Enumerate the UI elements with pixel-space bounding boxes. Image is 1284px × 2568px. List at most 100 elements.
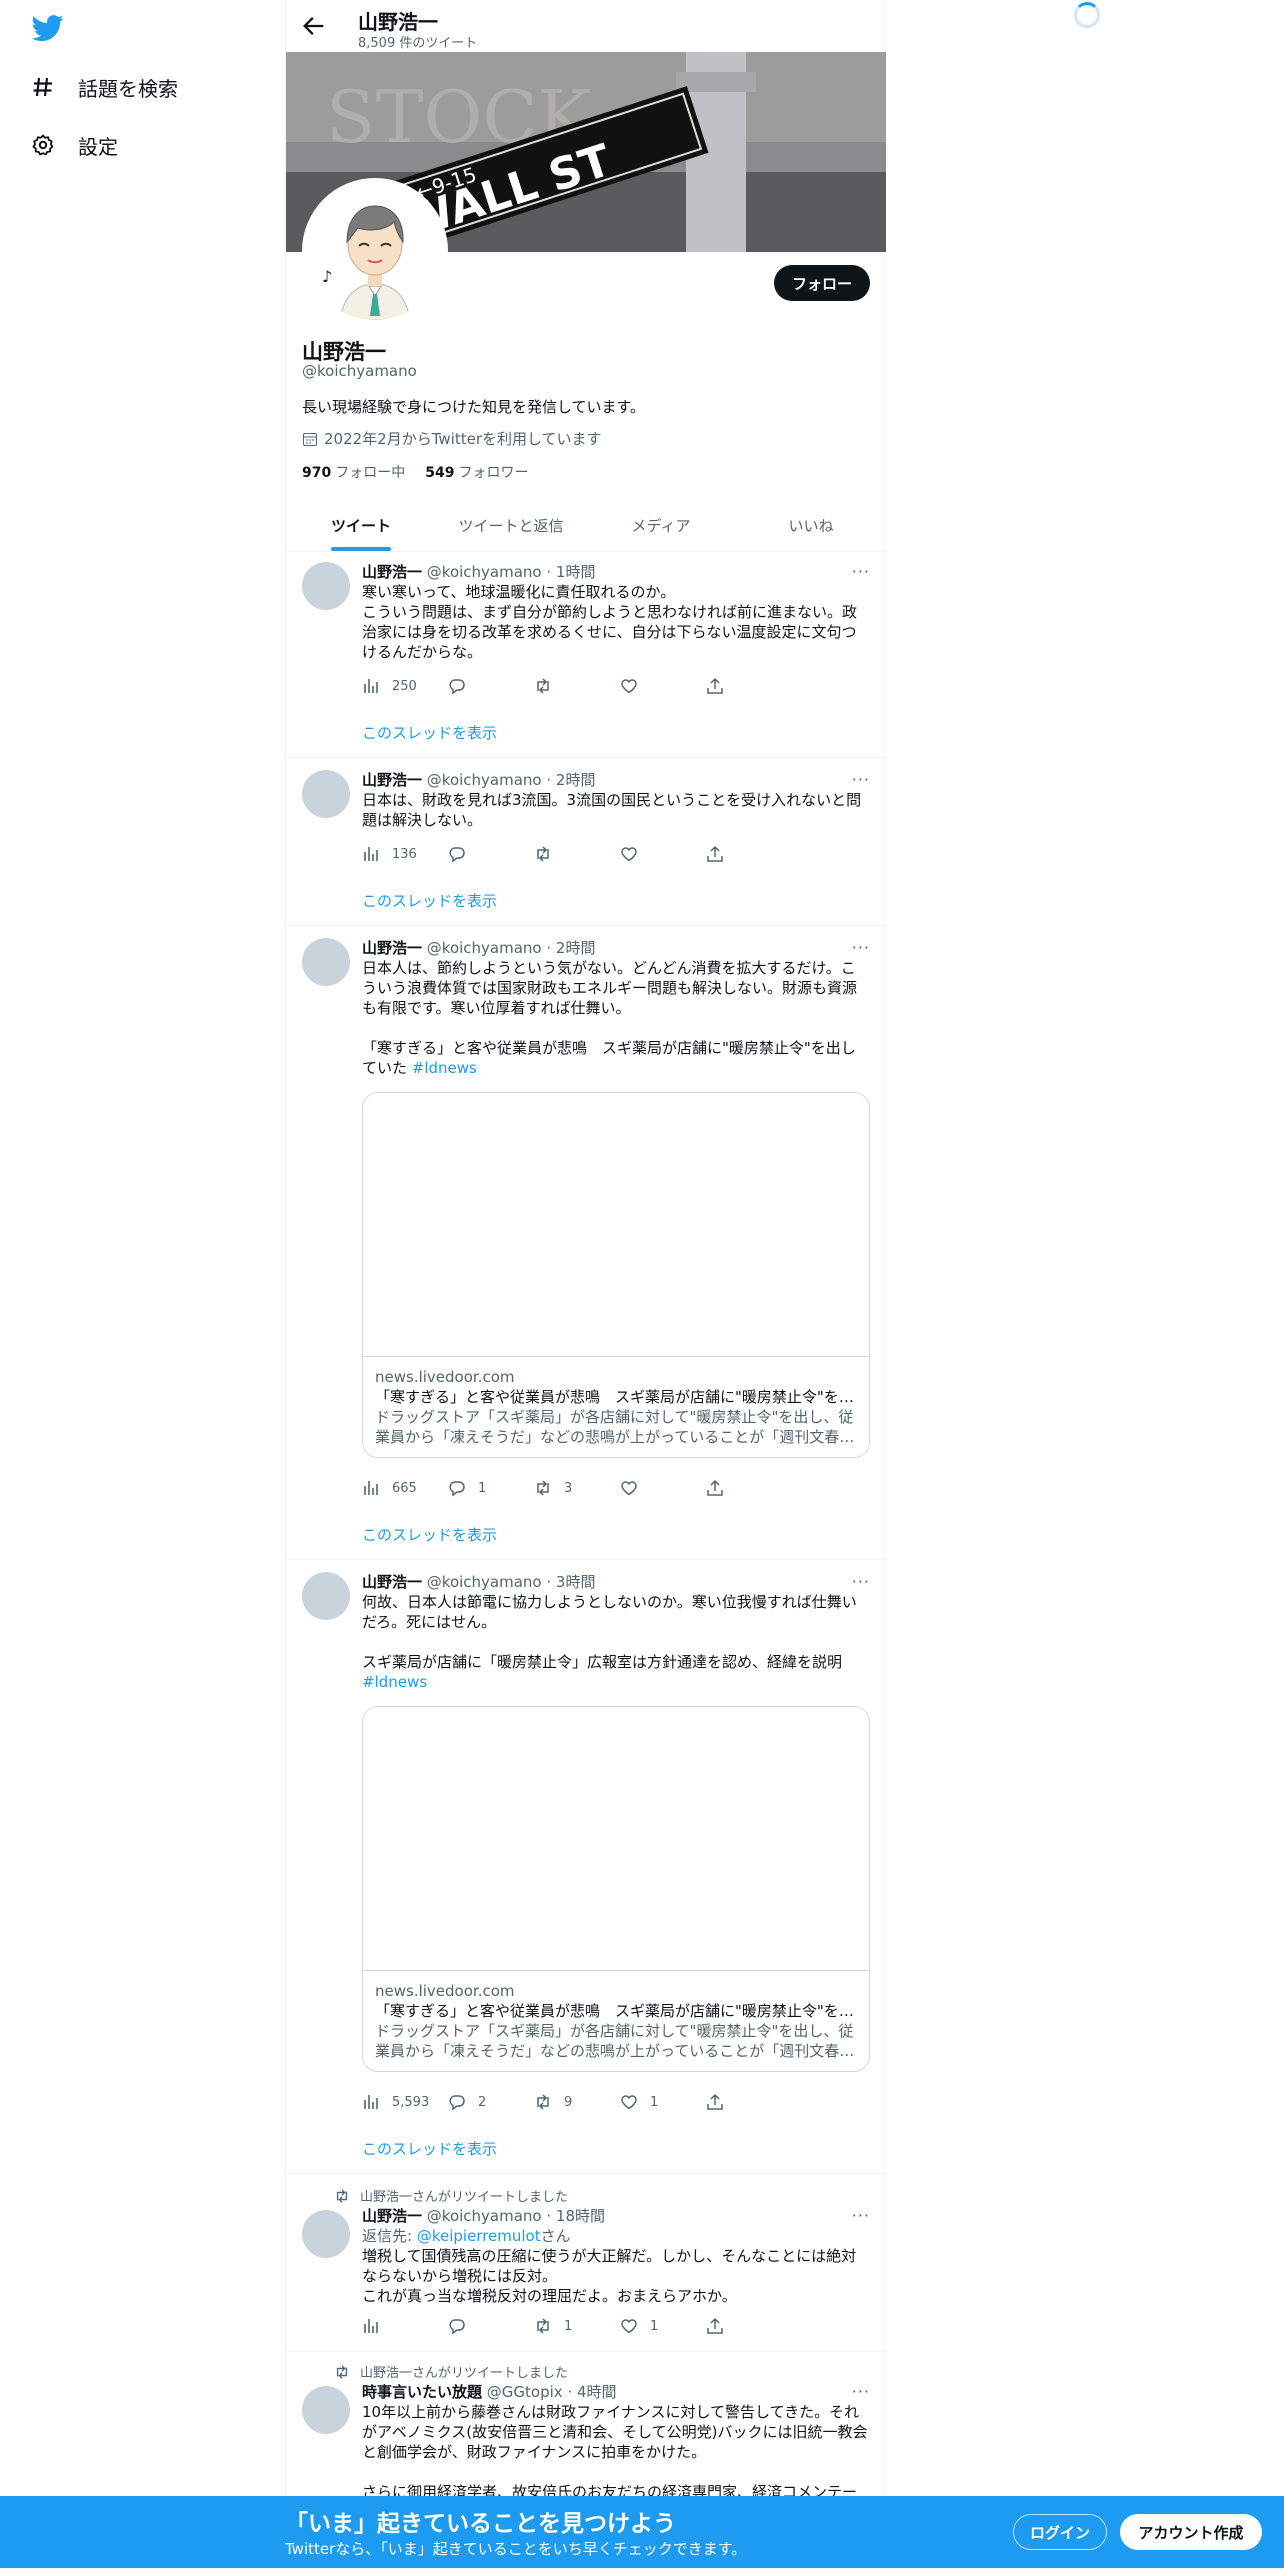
hashtag-link[interactable]: #ldnews	[412, 1059, 477, 1077]
show-thread-link[interactable]: このスレッドを表示	[362, 2138, 497, 2159]
like-button[interactable]: 1	[620, 2092, 706, 2112]
tweet-author-handle[interactable]: @koichyamano	[427, 563, 542, 581]
tweet-time[interactable]: 1時間	[556, 563, 596, 581]
reply-button[interactable]	[448, 2316, 534, 2336]
like-button[interactable]	[620, 676, 706, 696]
reply-button[interactable]	[448, 844, 534, 864]
retweet-button[interactable]: 9	[534, 2092, 620, 2112]
tweet-time[interactable]: 4時間	[577, 2383, 617, 2401]
tweet-author-name[interactable]: 山野浩一	[362, 1573, 422, 1591]
twitter-logo-icon[interactable]	[30, 12, 66, 44]
reply-to-link[interactable]: @keipierremulot	[417, 2227, 541, 2245]
tweet-author-name[interactable]: 時事言いたい放題	[362, 2383, 482, 2401]
following-link[interactable]: 970 フォロー中	[302, 462, 405, 482]
hashtag-link[interactable]: #ldnews	[362, 1673, 427, 1691]
sidebar-item-settings[interactable]: 設定	[30, 125, 118, 165]
like-button[interactable]	[620, 844, 706, 864]
more-options-icon[interactable]: ···	[852, 562, 870, 581]
tweet-avatar[interactable]	[302, 770, 350, 818]
tab-tweets-and-replies[interactable]: ツイートと返信	[436, 500, 586, 551]
tweet-avatar[interactable]	[302, 2210, 350, 2258]
retweet-button[interactable]	[534, 676, 620, 696]
tweet-time[interactable]: 3時間	[556, 1573, 596, 1591]
tweet-avatar[interactable]	[302, 2386, 350, 2434]
more-options-icon[interactable]: ···	[852, 770, 870, 789]
tab-tweets[interactable]: ツイート	[286, 500, 436, 551]
tweet-author-name[interactable]: 山野浩一	[362, 771, 422, 789]
sidebar-item-explore[interactable]: 話題を検索	[30, 67, 178, 107]
views-button[interactable]	[362, 2316, 448, 2336]
retweet-icon	[336, 2188, 348, 2203]
share-button[interactable]	[706, 1478, 792, 1498]
views-button[interactable]: 665	[362, 1478, 448, 1498]
link-card[interactable]: news.livedoor.com 「寒すぎる」と客や従業員が悲鳴 スギ薬局が店…	[362, 1706, 870, 2072]
followers-link[interactable]: 549 フォロワー	[425, 462, 528, 482]
tweet[interactable]: 山野浩一さんがリツイートしました 山野浩一 @koichyamano · 18時…	[286, 2174, 886, 2352]
tweet[interactable]: 山野浩一 @koichyamano · 2時間 ··· 日本人は、節約しようとい…	[286, 926, 886, 1560]
tweet-actions: 250	[362, 676, 792, 696]
tweet[interactable]: 山野浩一 @koichyamano · 1時間 ··· 寒い寒いって、地球温暖化…	[286, 552, 886, 758]
tweet-author-handle[interactable]: @GGtopix	[487, 2383, 563, 2401]
follow-button[interactable]: フォロー	[774, 265, 870, 301]
retweet-button[interactable]	[534, 844, 620, 864]
main-column: 山野浩一 8,509 件のツイート STOCK ←9-15 WALL ST ♪ …	[285, 0, 886, 2568]
signup-button[interactable]: アカウント作成	[1120, 2514, 1262, 2550]
profile-header: 山野浩一 8,509 件のツイート	[286, 0, 886, 52]
views-button[interactable]: 5,593	[362, 2092, 448, 2112]
tab-likes[interactable]: いいね	[736, 500, 886, 551]
more-options-icon[interactable]: ···	[852, 2382, 870, 2401]
like-button[interactable]: 1	[620, 2316, 706, 2336]
card-title: 「寒すぎる」と客や従業員が悲鳴 スギ薬局が店舗に"暖房禁止令"を出していた	[375, 2002, 857, 2020]
tweet-avatar[interactable]	[302, 938, 350, 986]
share-button[interactable]	[706, 2316, 792, 2336]
tweet-time[interactable]: 2時間	[556, 939, 596, 957]
more-options-icon[interactable]: ···	[852, 2206, 870, 2225]
card-domain: news.livedoor.com	[375, 1368, 515, 1386]
show-thread-link[interactable]: このスレッドを表示	[362, 890, 497, 911]
share-button[interactable]	[706, 676, 792, 696]
profile-tabs: ツイート ツイートと返信 メディア いいね	[286, 500, 886, 552]
tab-media[interactable]: メディア	[586, 500, 736, 551]
tweet-author-name[interactable]: 山野浩一	[362, 2207, 422, 2225]
tweet[interactable]: 山野浩一 @koichyamano · 3時間 ··· 何故、日本人は節電に協力…	[286, 1560, 886, 2174]
tweet-time[interactable]: 2時間	[556, 771, 596, 789]
tweet-avatar[interactable]	[302, 562, 350, 610]
tweet-author-handle[interactable]: @koichyamano	[427, 1573, 542, 1591]
share-button[interactable]	[706, 2092, 792, 2112]
tweet-actions: 136	[362, 844, 792, 864]
views-button[interactable]: 136	[362, 844, 448, 864]
link-card[interactable]: news.livedoor.com 「寒すぎる」と客や従業員が悲鳴 スギ薬局が店…	[362, 1092, 870, 1458]
reply-button[interactable]: 1	[448, 1478, 534, 1498]
login-button[interactable]: ログイン	[1013, 2514, 1107, 2550]
tweet-time[interactable]: 18時間	[556, 2207, 605, 2225]
views-icon	[364, 847, 378, 861]
tweet[interactable]: 山野浩一 @koichyamano · 2時間 ··· 日本は、財政を見れば3流…	[286, 758, 886, 926]
views-button[interactable]: 250	[362, 676, 448, 696]
tweet-author-name[interactable]: 山野浩一	[362, 563, 422, 581]
tweet-author-handle[interactable]: @koichyamano	[427, 771, 542, 789]
more-options-icon[interactable]: ···	[852, 938, 870, 957]
reply-to: 返信先: @keipierremulotさん	[362, 2227, 571, 2245]
share-icon	[707, 2317, 723, 2334]
tweet-author-name[interactable]: 山野浩一	[362, 939, 422, 957]
retweet-button[interactable]: 1	[534, 2316, 620, 2336]
profile-counts: 970 フォロー中 549 フォロワー	[302, 462, 528, 482]
heart-icon	[621, 1481, 637, 1496]
more-options-icon[interactable]: ···	[852, 1572, 870, 1591]
retweet-icon	[537, 2094, 549, 2110]
tweet-avatar[interactable]	[302, 1572, 350, 1620]
retweet-button[interactable]: 3	[534, 1478, 620, 1498]
like-button[interactable]	[620, 1478, 706, 1498]
retweet-icon	[537, 678, 549, 694]
hashtag-icon	[30, 74, 56, 100]
profile-avatar[interactable]: ♪	[302, 178, 448, 324]
tweet-author-handle[interactable]: @koichyamano	[427, 939, 542, 957]
show-thread-link[interactable]: このスレッドを表示	[362, 722, 497, 743]
back-arrow-icon[interactable]	[300, 12, 328, 40]
reply-button[interactable]	[448, 676, 534, 696]
profile-joined-text: 2022年2月からTwitterを利用しています	[324, 430, 602, 448]
show-thread-link[interactable]: このスレッドを表示	[362, 1524, 497, 1545]
tweet-author-handle[interactable]: @koichyamano	[427, 2207, 542, 2225]
share-button[interactable]	[706, 844, 792, 864]
reply-button[interactable]: 2	[448, 2092, 534, 2112]
